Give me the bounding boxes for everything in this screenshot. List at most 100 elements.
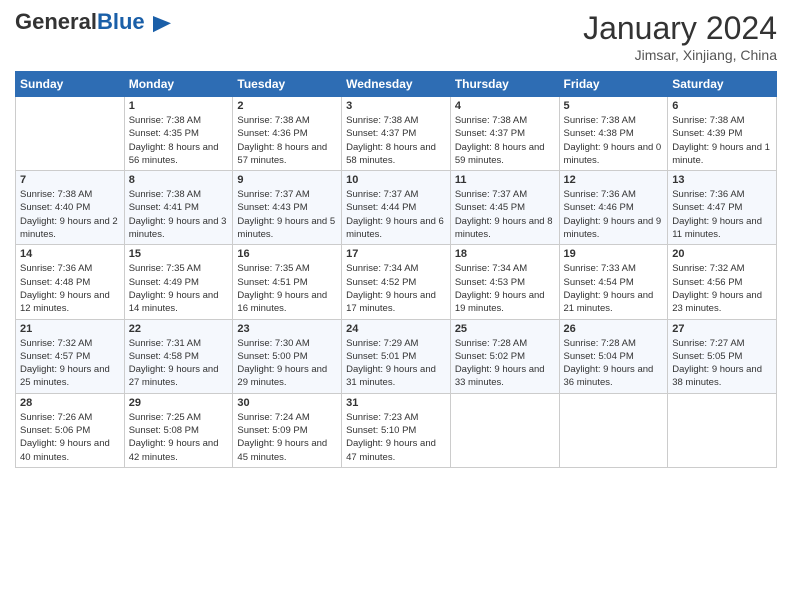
- weekday-header-thursday: Thursday: [450, 72, 559, 97]
- day-info: Sunrise: 7:34 AMSunset: 4:53 PMDaylight:…: [455, 262, 555, 315]
- logo-blue-text: Blue: [97, 9, 145, 34]
- calendar-cell: 26 Sunrise: 7:28 AMSunset: 5:04 PMDayligh…: [559, 319, 668, 393]
- day-info: Sunrise: 7:32 AMSunset: 4:57 PMDaylight:…: [20, 337, 120, 390]
- calendar-cell: 13 Sunrise: 7:36 AMSunset: 4:47 PMDayligh…: [668, 171, 777, 245]
- weekday-header-sunday: Sunday: [16, 72, 125, 97]
- calendar-cell: [450, 393, 559, 467]
- day-number: 22: [129, 323, 229, 335]
- day-info: Sunrise: 7:38 AMSunset: 4:39 PMDaylight:…: [672, 114, 772, 167]
- calendar-cell: 10 Sunrise: 7:37 AMSunset: 4:44 PMDayligh…: [342, 171, 451, 245]
- calendar-cell: 6 Sunrise: 7:38 AMSunset: 4:39 PMDaylight…: [668, 97, 777, 171]
- calendar-cell: 12Sunrise: 7:36 AMSunset: 4:46 PMDayligh…: [559, 171, 668, 245]
- day-number: 9: [237, 174, 337, 186]
- day-info: Sunrise: 7:36 AMSunset: 4:47 PMDaylight:…: [672, 188, 772, 241]
- day-number: 16: [237, 248, 337, 260]
- calendar-cell: [16, 97, 125, 171]
- calendar-cell: 16 Sunrise: 7:35 AMSunset: 4:51 PMDayligh…: [233, 245, 342, 319]
- day-info: Sunrise: 7:35 AMSunset: 4:51 PMDaylight:…: [237, 262, 337, 315]
- calendar-cell: 3 Sunrise: 7:38 AMSunset: 4:37 PMDaylight…: [342, 97, 451, 171]
- day-info: Sunrise: 7:34 AMSunset: 4:52 PMDaylight:…: [346, 262, 446, 315]
- calendar-cell: 27 Sunrise: 7:27 AMSunset: 5:05 PMDayligh…: [668, 319, 777, 393]
- calendar-cell: 17 Sunrise: 7:34 AMSunset: 4:52 PMDayligh…: [342, 245, 451, 319]
- weekday-header-row: SundayMondayTuesdayWednesdayThursdayFrid…: [16, 72, 777, 97]
- day-number: 20: [672, 248, 772, 260]
- day-info: Sunrise: 7:27 AMSunset: 5:05 PMDaylight:…: [672, 337, 772, 390]
- weekday-header-tuesday: Tuesday: [233, 72, 342, 97]
- day-info: Sunrise: 7:23 AMSunset: 5:10 PMDaylight:…: [346, 411, 446, 464]
- day-info: Sunrise: 7:37 AMSunset: 4:44 PMDaylight:…: [346, 188, 446, 241]
- header: GeneralBlue January 2024 Jimsar, Xinjian…: [15, 10, 777, 63]
- day-info: Sunrise: 7:28 AMSunset: 5:04 PMDaylight:…: [564, 337, 664, 390]
- weekday-header-saturday: Saturday: [668, 72, 777, 97]
- day-info: Sunrise: 7:38 AMSunset: 4:41 PMDaylight:…: [129, 188, 229, 241]
- logo-general-text: General: [15, 9, 97, 34]
- day-info: Sunrise: 7:38 AMSunset: 4:36 PMDaylight:…: [237, 114, 337, 167]
- day-info: Sunrise: 7:37 AMSunset: 4:45 PMDaylight:…: [455, 188, 555, 241]
- calendar-cell: 20 Sunrise: 7:32 AMSunset: 4:56 PMDayligh…: [668, 245, 777, 319]
- calendar-cell: 31Sunrise: 7:23 AMSunset: 5:10 PMDayligh…: [342, 393, 451, 467]
- calendar-cell: 1Sunrise: 7:38 AMSunset: 4:35 PMDaylight…: [124, 97, 233, 171]
- calendar-cell: [559, 393, 668, 467]
- day-number: 4: [455, 100, 555, 112]
- calendar-cell: 14Sunrise: 7:36 AMSunset: 4:48 PMDayligh…: [16, 245, 125, 319]
- week-row-3: 14Sunrise: 7:36 AMSunset: 4:48 PMDayligh…: [16, 245, 777, 319]
- calendar-cell: 24Sunrise: 7:29 AMSunset: 5:01 PMDayligh…: [342, 319, 451, 393]
- calendar-cell: 21 Sunrise: 7:32 AMSunset: 4:57 PMDayligh…: [16, 319, 125, 393]
- day-info: Sunrise: 7:28 AMSunset: 5:02 PMDaylight:…: [455, 337, 555, 390]
- day-info: Sunrise: 7:30 AMSunset: 5:00 PMDaylight:…: [237, 337, 337, 390]
- day-number: 29: [129, 397, 229, 409]
- calendar-table: SundayMondayTuesdayWednesdayThursdayFrid…: [15, 71, 777, 468]
- day-number: 1: [129, 100, 229, 112]
- day-number: 28: [20, 397, 120, 409]
- day-info: Sunrise: 7:32 AMSunset: 4:56 PMDaylight:…: [672, 262, 772, 315]
- calendar-cell: 18 Sunrise: 7:34 AMSunset: 4:53 PMDayligh…: [450, 245, 559, 319]
- day-number: 12: [564, 174, 664, 186]
- day-number: 8: [129, 174, 229, 186]
- day-number: 25: [455, 323, 555, 335]
- calendar-cell: 19Sunrise: 7:33 AMSunset: 4:54 PMDayligh…: [559, 245, 668, 319]
- day-number: 3: [346, 100, 446, 112]
- day-info: Sunrise: 7:31 AMSunset: 4:58 PMDaylight:…: [129, 337, 229, 390]
- day-info: Sunrise: 7:35 AMSunset: 4:49 PMDaylight:…: [129, 262, 229, 315]
- calendar-cell: [668, 393, 777, 467]
- week-row-5: 28Sunrise: 7:26 AMSunset: 5:06 PMDayligh…: [16, 393, 777, 467]
- day-number: 13: [672, 174, 772, 186]
- calendar-cell: 5Sunrise: 7:38 AMSunset: 4:38 PMDaylight…: [559, 97, 668, 171]
- weekday-header-monday: Monday: [124, 72, 233, 97]
- day-number: 21: [20, 323, 120, 335]
- day-info: Sunrise: 7:38 AMSunset: 4:37 PMDaylight:…: [455, 114, 555, 167]
- calendar-cell: 15 Sunrise: 7:35 AMSunset: 4:49 PMDayligh…: [124, 245, 233, 319]
- day-number: 18: [455, 248, 555, 260]
- title-block: January 2024 Jimsar, Xinjiang, China: [583, 10, 777, 63]
- day-number: 11: [455, 174, 555, 186]
- day-number: 15: [129, 248, 229, 260]
- day-number: 10: [346, 174, 446, 186]
- calendar-cell: 29Sunrise: 7:25 AMSunset: 5:08 PMDayligh…: [124, 393, 233, 467]
- calendar-cell: 30Sunrise: 7:24 AMSunset: 5:09 PMDayligh…: [233, 393, 342, 467]
- day-number: 5: [564, 100, 664, 112]
- day-number: 23: [237, 323, 337, 335]
- location: Jimsar, Xinjiang, China: [583, 47, 777, 63]
- day-number: 26: [564, 323, 664, 335]
- calendar-cell: 9Sunrise: 7:37 AMSunset: 4:43 PMDaylight…: [233, 171, 342, 245]
- calendar-cell: 22 Sunrise: 7:31 AMSunset: 4:58 PMDayligh…: [124, 319, 233, 393]
- week-row-4: 21 Sunrise: 7:32 AMSunset: 4:57 PMDayligh…: [16, 319, 777, 393]
- day-number: 14: [20, 248, 120, 260]
- day-number: 2: [237, 100, 337, 112]
- logo-icon: [153, 16, 171, 34]
- day-number: 6: [672, 100, 772, 112]
- month-title: January 2024: [583, 10, 777, 47]
- weekday-header-friday: Friday: [559, 72, 668, 97]
- day-info: Sunrise: 7:38 AMSunset: 4:37 PMDaylight:…: [346, 114, 446, 167]
- calendar-cell: 23 Sunrise: 7:30 AMSunset: 5:00 PMDayligh…: [233, 319, 342, 393]
- calendar-cell: 7Sunrise: 7:38 AMSunset: 4:40 PMDaylight…: [16, 171, 125, 245]
- week-row-2: 7Sunrise: 7:38 AMSunset: 4:40 PMDaylight…: [16, 171, 777, 245]
- page-container: GeneralBlue January 2024 Jimsar, Xinjian…: [0, 0, 792, 478]
- calendar-cell: 28Sunrise: 7:26 AMSunset: 5:06 PMDayligh…: [16, 393, 125, 467]
- day-number: 30: [237, 397, 337, 409]
- calendar-cell: 2 Sunrise: 7:38 AMSunset: 4:36 PMDaylight…: [233, 97, 342, 171]
- logo: GeneralBlue: [15, 10, 171, 34]
- day-number: 27: [672, 323, 772, 335]
- day-number: 17: [346, 248, 446, 260]
- day-info: Sunrise: 7:29 AMSunset: 5:01 PMDaylight:…: [346, 337, 446, 390]
